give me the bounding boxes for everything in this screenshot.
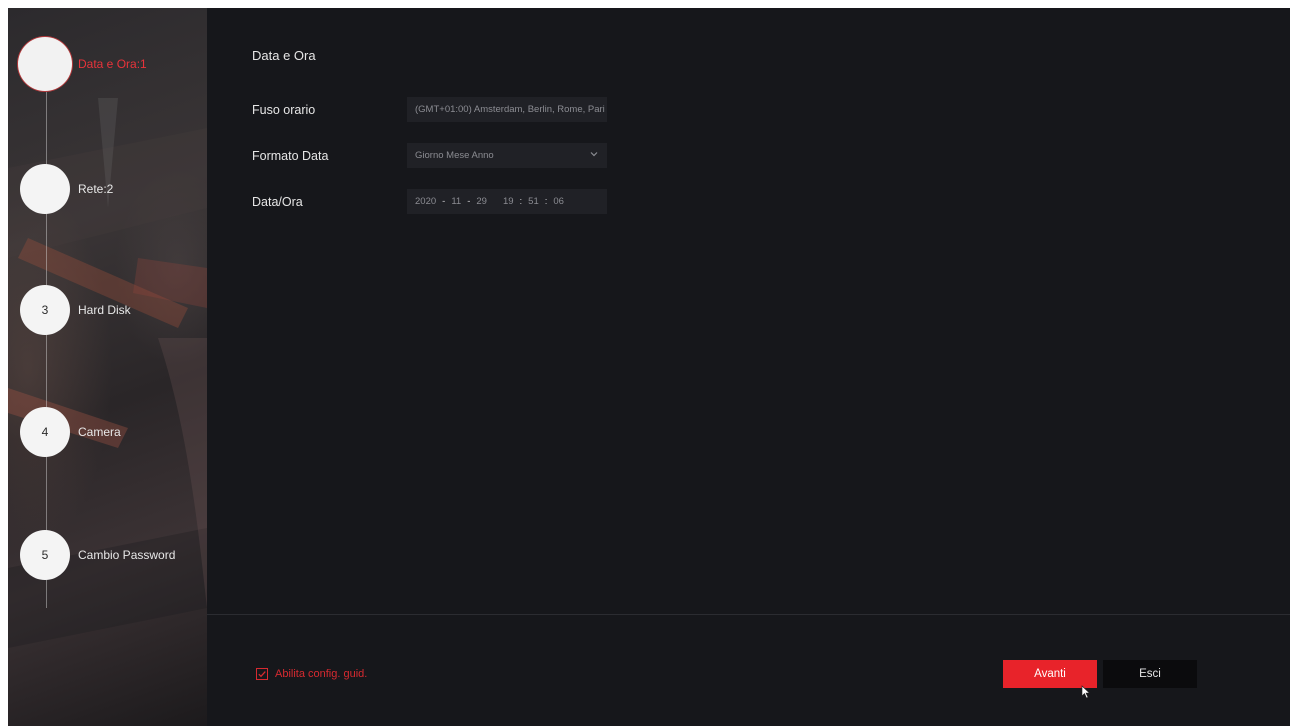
step-circle	[20, 164, 70, 214]
step-circle: 3	[20, 285, 70, 335]
wizard-step-datetime[interactable]: Data e Ora:1	[20, 38, 147, 90]
footer-divider	[207, 614, 1290, 615]
second-field[interactable]: 06	[553, 196, 564, 207]
year-field[interactable]: 2020	[415, 196, 436, 207]
day-field[interactable]: 29	[476, 196, 487, 207]
wizard-step-camera[interactable]: 4 Camera	[20, 406, 121, 458]
date-format-row: Formato Data Giorno Mese Anno	[252, 143, 607, 168]
checkmark-icon	[258, 671, 266, 678]
timezone-row: Fuso orario (GMT+01:00) Amsterdam, Berli…	[252, 97, 607, 122]
step-circle: 4	[20, 407, 70, 457]
step-label: Rete:2	[78, 182, 114, 196]
wizard-sidebar: Data e Ora:1 Rete:2 3 Hard Disk 4 Camera…	[8, 8, 207, 726]
step-label: Hard Disk	[78, 303, 131, 317]
page-title: Data e Ora	[252, 48, 316, 63]
next-button[interactable]: Avanti	[1003, 660, 1097, 688]
enable-wizard-checkbox-row[interactable]: Abilita config. guid.	[256, 668, 367, 680]
time-separator: :	[519, 196, 523, 207]
month-field[interactable]: 11	[451, 196, 461, 207]
date-format-select[interactable]: Giorno Mese Anno	[407, 143, 607, 168]
enable-wizard-label: Abilita config. guid.	[275, 668, 368, 680]
datetime-row: Data/Ora 2020 - 11 - 29 19 : 51 : 06	[252, 189, 607, 214]
date-separator: -	[467, 196, 471, 207]
hour-field[interactable]: 19	[503, 196, 514, 207]
datetime-label: Data/Ora	[252, 194, 303, 209]
sidebar-background-art	[8, 98, 207, 648]
chevron-down-icon	[590, 152, 598, 157]
step-label: Data e Ora:1	[78, 57, 147, 71]
time-separator: :	[544, 196, 548, 207]
exit-button[interactable]: Esci	[1103, 660, 1197, 688]
wizard-step-network[interactable]: Rete:2	[20, 163, 113, 215]
date-format-value: Giorno Mese Anno	[415, 150, 494, 161]
setup-wizard-screen: Data e Ora:1 Rete:2 3 Hard Disk 4 Camera…	[8, 8, 1290, 726]
date-format-label: Formato Data	[252, 148, 329, 163]
step-circle	[20, 39, 70, 89]
step-label: Cambio Password	[78, 548, 176, 562]
step-label: Camera	[78, 425, 121, 439]
step-circle: 5	[20, 530, 70, 580]
timezone-select[interactable]: (GMT+01:00) Amsterdam, Berlin, Rome, Par…	[407, 97, 607, 122]
datetime-input[interactable]: 2020 - 11 - 29 19 : 51 : 06	[407, 189, 607, 214]
mouse-cursor-icon	[1081, 685, 1091, 699]
wizard-step-change-password[interactable]: 5 Cambio Password	[20, 529, 175, 581]
timezone-value: (GMT+01:00) Amsterdam, Berlin, Rome, Par…	[415, 104, 605, 115]
date-separator: -	[442, 196, 446, 207]
timezone-label: Fuso orario	[252, 102, 316, 117]
enable-wizard-checkbox[interactable]	[256, 668, 268, 680]
minute-field[interactable]: 51	[528, 196, 539, 207]
wizard-step-hard-disk[interactable]: 3 Hard Disk	[20, 284, 131, 336]
